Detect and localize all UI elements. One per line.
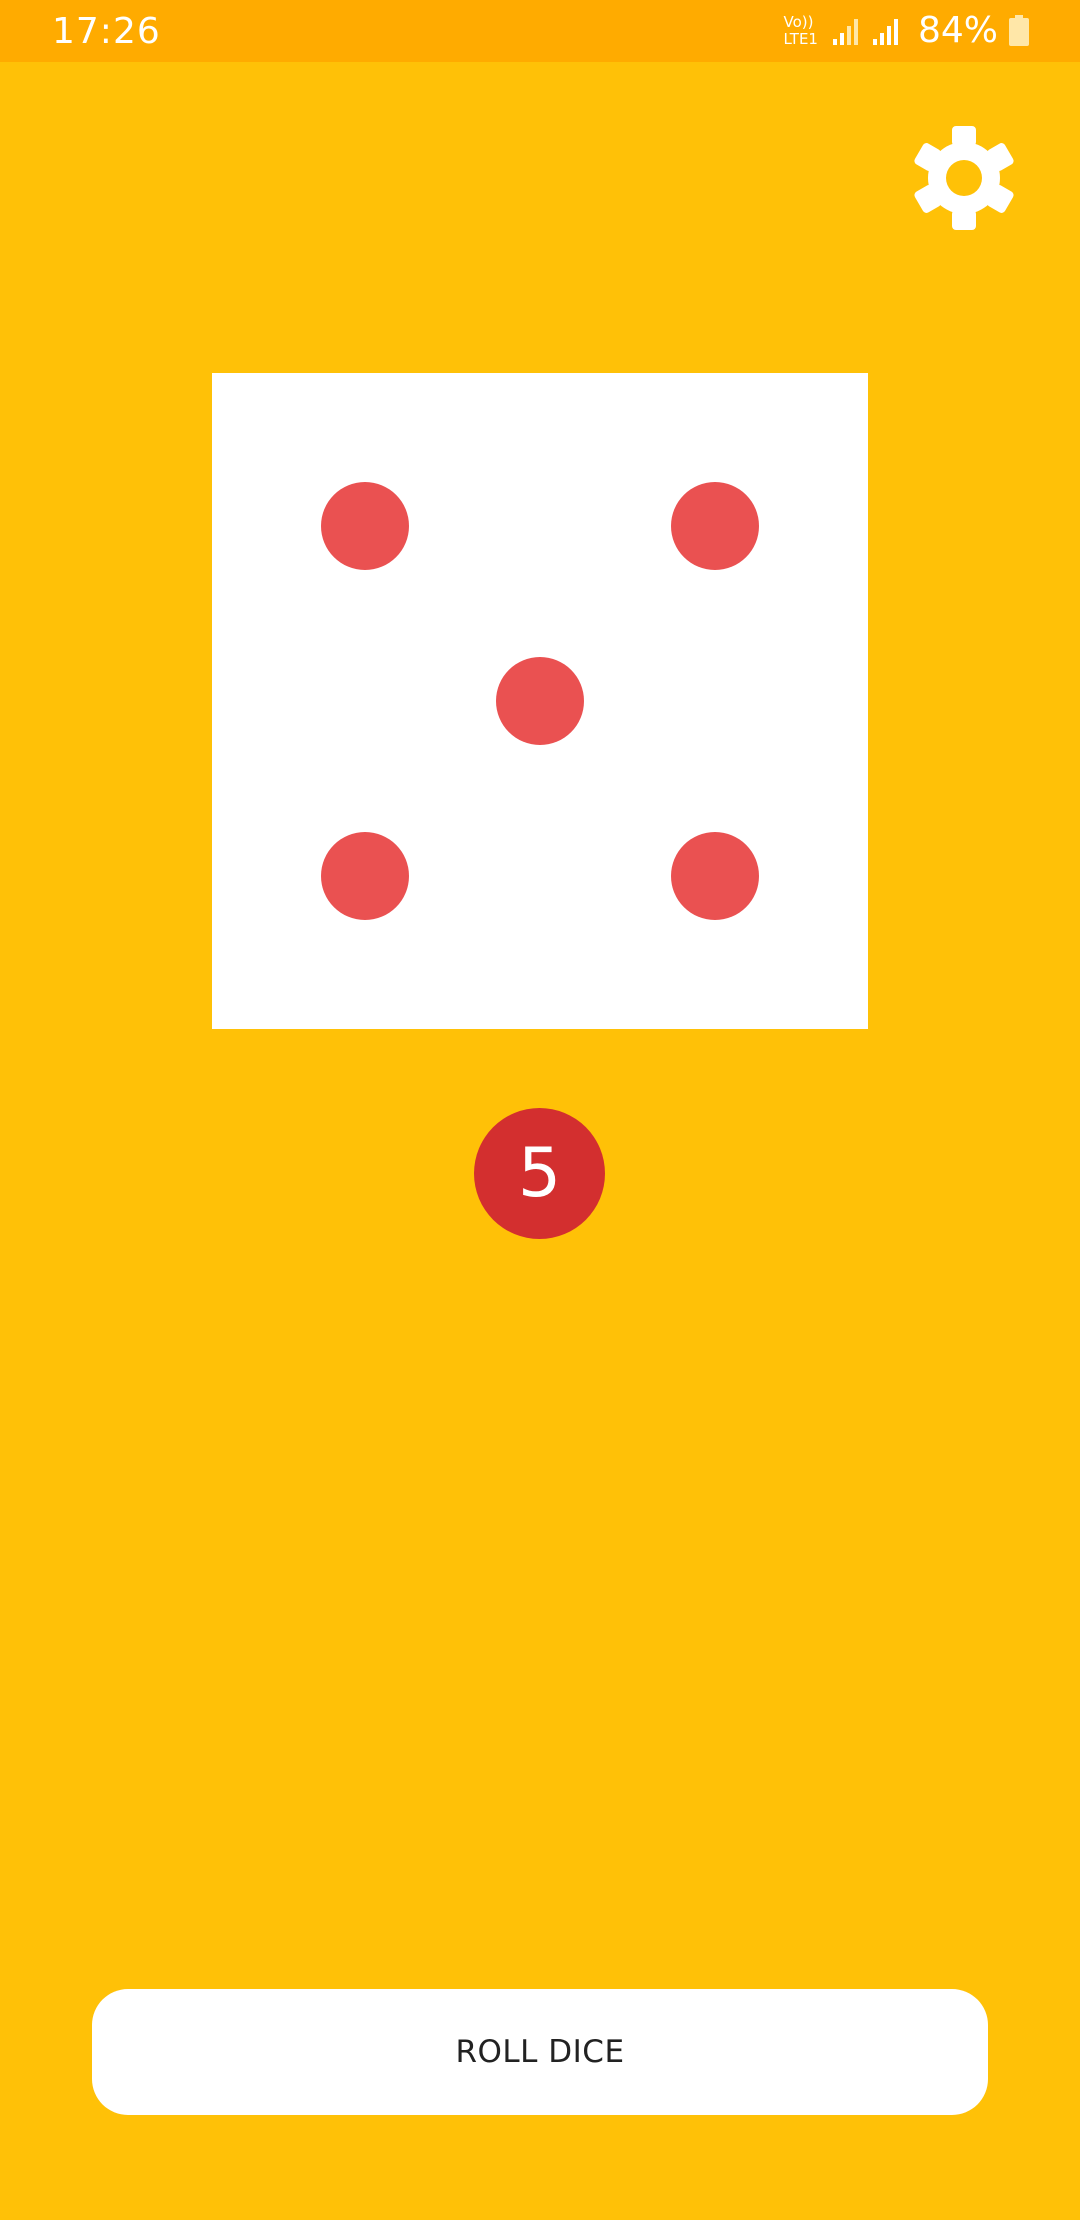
status-time: 17:26: [52, 11, 161, 52]
volte-icon: Vo)) LTE1: [784, 14, 818, 48]
result-badge: 5: [474, 1108, 605, 1239]
dice-pip-top-right: [671, 482, 759, 570]
result-value: 5: [517, 1133, 562, 1213]
volte-label: Vo)): [783, 13, 814, 31]
settings-button[interactable]: [910, 124, 1018, 232]
status-icons: Vo)) LTE1 84%: [784, 8, 1031, 54]
dice-pip-bottom-right: [671, 832, 759, 920]
gear-icon: [914, 126, 1014, 230]
signal-icon: [872, 16, 902, 46]
dice-pip-top-left: [321, 482, 409, 570]
status-bar: 17:26 Vo)) LTE1 84%: [0, 0, 1080, 62]
battery-percentage: 84%: [917, 10, 998, 51]
dice-face: [212, 373, 868, 1029]
signal-icon: [832, 16, 862, 46]
roll-dice-button[interactable]: ROLL DICE: [92, 1989, 988, 2115]
lte-label: LTE1: [783, 30, 818, 48]
dice-pip-center: [496, 657, 584, 745]
battery-icon: [1008, 15, 1030, 47]
dice-pip-bottom-left: [321, 832, 409, 920]
